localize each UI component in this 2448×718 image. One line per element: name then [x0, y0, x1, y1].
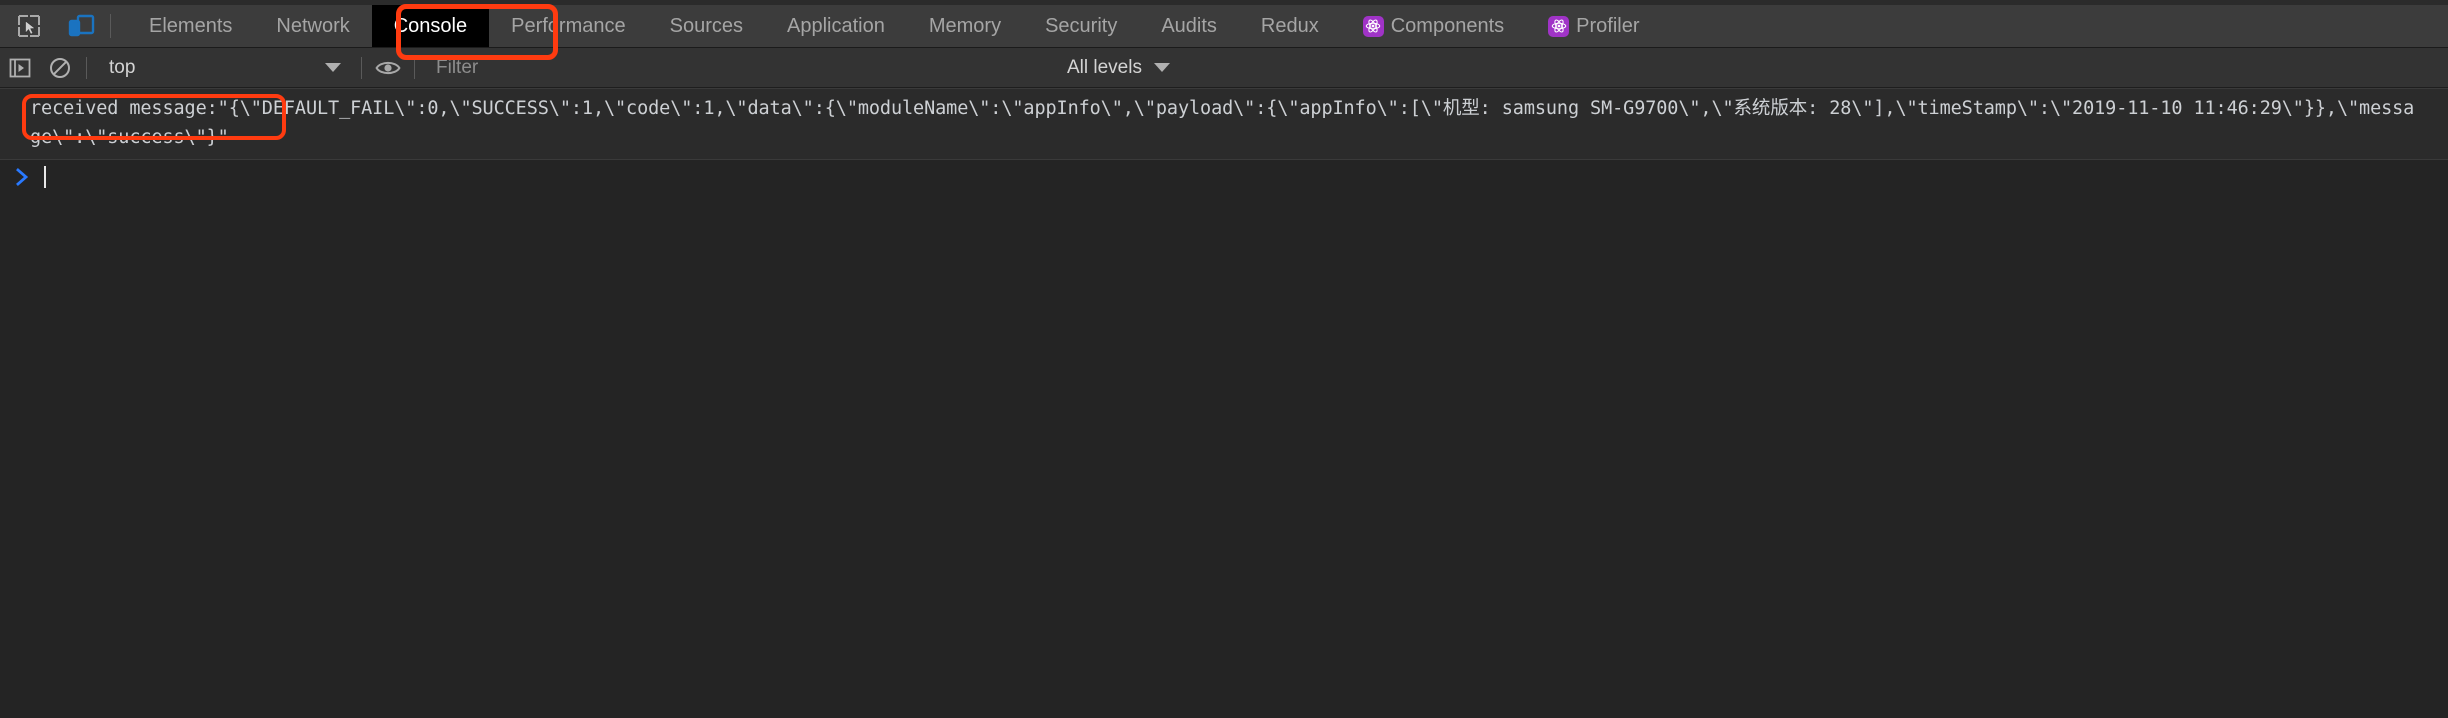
tab-label: Elements: [149, 14, 233, 37]
device-toolbar-icon[interactable]: [62, 7, 100, 45]
clear-console-icon[interactable]: [40, 48, 80, 88]
console-message-label: received message:": [30, 98, 229, 119]
filter-input[interactable]: Filter: [421, 53, 1041, 82]
toolbar-separator: [361, 56, 362, 79]
tab-label: Application: [787, 14, 885, 37]
console-message-body: {\"DEFAULT_FAIL\":0,\"SUCCESS\":1,\"code…: [30, 98, 2415, 148]
console-message-row[interactable]: received message:"{\"DEFAULT_FAIL\":0,\"…: [0, 88, 2448, 160]
console-toolbar: top Filter All levels: [0, 48, 2448, 88]
chevron-down-icon: [325, 63, 341, 72]
inspect-element-icon[interactable]: [10, 7, 48, 45]
tab-label: Audits: [1161, 14, 1217, 37]
tab-profiler[interactable]: Profiler: [1526, 5, 1661, 47]
devtools-window: Elements Network Console Performance Sou…: [0, 0, 2448, 718]
toolbar-left-icons: [0, 0, 100, 47]
toolbar-separator: [86, 56, 87, 79]
console-message-area: received message:"{\"DEFAULT_FAIL\":0,\"…: [0, 88, 2448, 718]
tab-label: Profiler: [1576, 14, 1640, 37]
tab-elements[interactable]: Elements: [127, 5, 254, 47]
tab-label: Redux: [1260, 14, 1319, 37]
execution-context-value: top: [109, 56, 136, 78]
console-message-text: received message:"{\"DEFAULT_FAIL\":0,\"…: [0, 94, 2448, 152]
prompt-chevron-icon: [8, 167, 38, 187]
tab-components[interactable]: Components: [1341, 5, 1526, 47]
log-levels-value: All levels: [1067, 56, 1142, 78]
log-levels-select[interactable]: All levels: [1053, 48, 1184, 88]
toolbar-divider: [110, 13, 111, 38]
tab-security[interactable]: Security: [1023, 5, 1139, 47]
execution-context-select[interactable]: top: [93, 48, 355, 88]
tab-application[interactable]: Application: [765, 5, 907, 47]
tab-label: Memory: [928, 14, 1002, 37]
tab-audits[interactable]: Audits: [1139, 5, 1239, 47]
tab-label: Network: [276, 14, 350, 37]
react-icon: [1548, 15, 1570, 37]
tab-console[interactable]: Console: [371, 5, 490, 47]
chevron-down-icon: [1153, 63, 1170, 72]
react-icon: [1362, 15, 1384, 37]
prompt-text-caret: [44, 166, 46, 188]
tab-network[interactable]: Network: [254, 5, 371, 47]
tab-label: Performance: [511, 14, 626, 37]
live-expression-eye-icon[interactable]: [368, 48, 408, 88]
devtools-tab-bar: Elements Network Console Performance Sou…: [0, 0, 2448, 60]
tab-sources[interactable]: Sources: [648, 5, 765, 47]
tab-performance[interactable]: Performance: [489, 5, 648, 47]
execute-sidebar-icon[interactable]: [0, 48, 40, 88]
tab-label: Console: [393, 14, 468, 37]
tab-label: Security: [1045, 14, 1118, 37]
toolbar-separator: [414, 56, 415, 79]
panel-tabs: Elements Network Console Performance Sou…: [127, 0, 1662, 47]
tab-redux[interactable]: Redux: [1239, 5, 1341, 47]
tab-label: Sources: [669, 14, 743, 37]
tab-memory[interactable]: Memory: [907, 5, 1023, 47]
tab-label: Components: [1390, 14, 1505, 37]
console-prompt-row[interactable]: [0, 160, 2448, 194]
